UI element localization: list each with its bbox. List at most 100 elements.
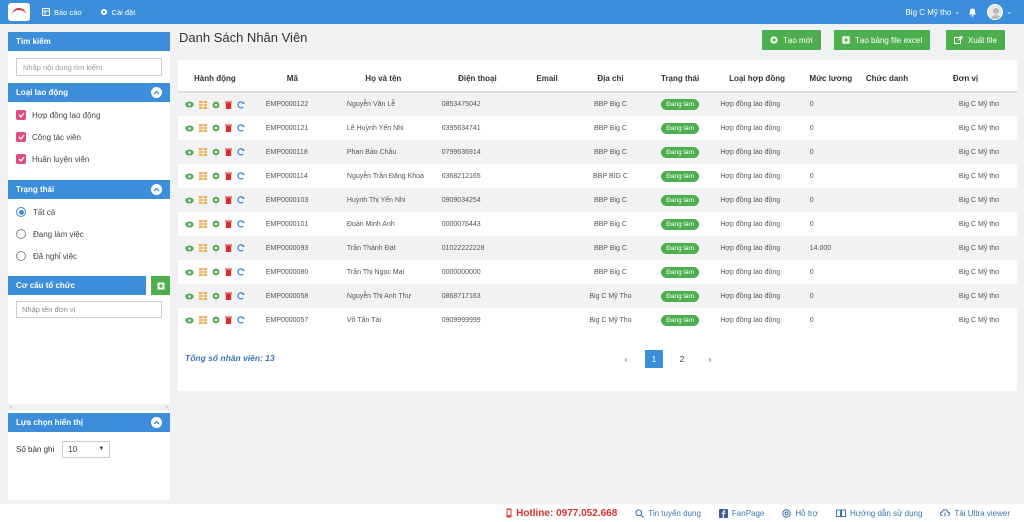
create-excel-button[interactable]: Tạo bảng file excel xyxy=(834,30,931,50)
checkbox-checked-icon[interactable] xyxy=(16,110,26,120)
table-icon[interactable] xyxy=(198,100,207,109)
status-option[interactable]: Đang làm việc xyxy=(8,223,170,245)
refresh-icon[interactable] xyxy=(237,124,245,132)
table-icon[interactable] xyxy=(198,292,207,300)
column-header[interactable]: Địa chỉ xyxy=(573,66,648,93)
search-input[interactable]: Nhập nội dung tìm kiếm xyxy=(16,58,162,76)
column-header[interactable]: Email xyxy=(521,66,574,93)
labor-type-option[interactable]: Cộng tác viên xyxy=(8,126,170,148)
page-button-1[interactable]: 1 xyxy=(645,350,663,368)
trash-icon[interactable] xyxy=(224,172,232,180)
column-header[interactable]: Điện thoại xyxy=(433,66,522,93)
footer-link-ultraviewer[interactable]: Tải Ultra viewer xyxy=(940,509,1010,518)
refresh-icon[interactable] xyxy=(237,268,245,276)
add-unit-button[interactable] xyxy=(151,276,170,295)
trash-icon[interactable] xyxy=(224,244,232,252)
trash-icon[interactable] xyxy=(224,268,232,276)
column-header[interactable]: Loại hợp đồng xyxy=(712,66,802,93)
gear-icon[interactable] xyxy=(212,172,220,180)
trash-icon[interactable] xyxy=(224,196,232,204)
unit-search-input[interactable]: Nhập tên đơn vị xyxy=(16,301,162,318)
table-row[interactable]: EMP0000093 Trần Thành Đạt 01022222228 BBP B… xyxy=(178,236,1017,260)
trash-icon[interactable] xyxy=(224,101,232,109)
table-row[interactable]: EMP0000080 Trần Thị Ngọc Mai 0000000000 BBP… xyxy=(178,260,1017,284)
refresh-icon[interactable] xyxy=(237,196,245,204)
column-header[interactable]: Chức danh xyxy=(859,66,914,93)
table-icon[interactable] xyxy=(198,148,207,156)
page-button-2[interactable]: 2 xyxy=(673,350,691,368)
refresh-icon[interactable] xyxy=(237,148,245,156)
footer-link-fanpage[interactable]: FanPage xyxy=(718,508,764,518)
nav-report[interactable]: Báo cáo xyxy=(42,8,82,17)
table-row[interactable]: EMP0000101 Đoàn Minh Anh 0000076443 BBP Big… xyxy=(178,212,1017,236)
checkbox-checked-icon[interactable] xyxy=(16,154,26,164)
table-row[interactable]: EMP0000114 Nguyễn Trần Đăng Khoa 036821216… xyxy=(178,164,1017,188)
refresh-icon[interactable] xyxy=(237,244,245,252)
column-header[interactable]: Hành động xyxy=(178,66,252,93)
store-selector[interactable]: Big C Mỹ tho xyxy=(905,8,951,17)
table-row[interactable]: EMP0000122 Nguyễn Văn Lễ 0853475042 BBP Big… xyxy=(178,92,1017,116)
refresh-icon[interactable] xyxy=(237,100,245,109)
gear-icon[interactable] xyxy=(212,101,220,109)
export-button[interactable]: Xuất file xyxy=(946,30,1005,50)
radio-icon[interactable] xyxy=(16,251,26,261)
create-button[interactable]: Tạo mới xyxy=(762,30,821,50)
gear-icon[interactable] xyxy=(212,124,220,132)
table-icon[interactable] xyxy=(198,268,207,276)
table-row[interactable]: EMP0000057 Võ Tấn Tài 0909999999 Big C Mỹ T… xyxy=(178,308,1017,332)
footer-link-jobs[interactable]: Tin tuyển dụng xyxy=(635,509,701,518)
collapse-icon[interactable] xyxy=(151,184,162,195)
status-option[interactable]: Tất cả xyxy=(8,201,170,223)
horizontal-scrollbar[interactable]: ‹ › xyxy=(8,404,170,411)
nav-settings[interactable]: Cài đặt xyxy=(100,8,135,17)
column-header[interactable]: Trạng thái xyxy=(647,66,713,93)
table-row[interactable]: EMP0000118 Phan Bảo Châu 0799636914 BBP Big… xyxy=(178,140,1017,164)
column-header[interactable]: Mã xyxy=(251,66,333,93)
checkbox-checked-icon[interactable] xyxy=(16,132,26,142)
view-icon[interactable] xyxy=(185,197,194,204)
table-icon[interactable] xyxy=(198,316,207,324)
table-icon[interactable] xyxy=(198,220,207,228)
records-per-page-select[interactable]: 10 ▼ xyxy=(62,440,111,458)
view-icon[interactable] xyxy=(185,221,194,228)
user-avatar[interactable] xyxy=(987,4,1004,20)
table-row[interactable]: EMP0000121 Lê Huỳnh Yến Nhi 0395634741 BBP … xyxy=(178,116,1017,140)
table-icon[interactable] xyxy=(198,196,207,204)
refresh-icon[interactable] xyxy=(237,292,245,300)
footer-link-guide[interactable]: Hướng dẫn sử dụng xyxy=(835,509,922,518)
app-logo[interactable] xyxy=(8,3,30,21)
gear-icon[interactable] xyxy=(212,244,220,252)
radio-icon[interactable] xyxy=(16,229,26,239)
hotline[interactable]: Hotline: 0977.052.668 xyxy=(506,508,617,519)
column-header[interactable]: Họ và tên xyxy=(332,66,434,93)
view-icon[interactable] xyxy=(185,101,194,108)
column-header[interactable]: Đơn vị xyxy=(914,66,1017,93)
trash-icon[interactable] xyxy=(224,316,232,324)
radio-selected-icon[interactable] xyxy=(16,207,26,217)
view-icon[interactable] xyxy=(185,173,194,180)
view-icon[interactable] xyxy=(185,293,194,300)
labor-type-option[interactable]: Hợp đồng lao động xyxy=(8,104,170,126)
labor-type-option[interactable]: Huấn luyện viên xyxy=(8,148,170,170)
table-row[interactable]: EMP0000103 Huỳnh Thị Yến Nhi 0909034254 BBP… xyxy=(178,188,1017,212)
next-page-button[interactable]: › xyxy=(701,350,719,368)
view-icon[interactable] xyxy=(185,245,194,252)
gear-icon[interactable] xyxy=(212,292,220,300)
gear-icon[interactable] xyxy=(212,316,220,324)
gear-icon[interactable] xyxy=(212,148,220,156)
gear-icon[interactable] xyxy=(212,220,220,228)
collapse-icon[interactable] xyxy=(151,87,162,98)
table-icon[interactable] xyxy=(198,244,207,252)
bell-icon[interactable] xyxy=(968,7,977,17)
gear-icon[interactable] xyxy=(212,268,220,276)
status-header[interactable]: Trạng thái xyxy=(8,180,170,199)
view-icon[interactable] xyxy=(185,269,194,276)
labor-type-header[interactable]: Loại lao động xyxy=(8,83,170,102)
table-icon[interactable] xyxy=(198,124,207,132)
column-header[interactable]: Mức lương xyxy=(801,66,860,93)
trash-icon[interactable] xyxy=(224,292,232,300)
table-icon[interactable] xyxy=(198,172,207,180)
footer-link-support[interactable]: Hỗ trợ xyxy=(782,509,818,518)
refresh-icon[interactable] xyxy=(237,220,245,228)
trash-icon[interactable] xyxy=(224,148,232,156)
